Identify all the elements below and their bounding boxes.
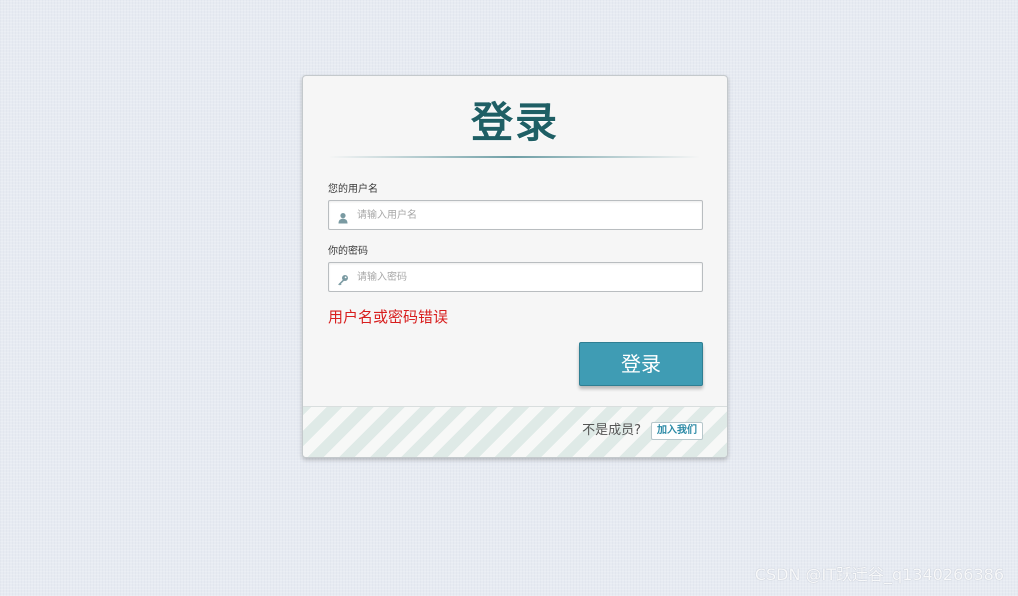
username-field[interactable] — [328, 200, 703, 230]
csdn-watermark: CSDN @IT跃迁谷_q1340266386 — [754, 565, 1004, 584]
key-icon — [337, 271, 349, 286]
login-button[interactable]: 登录 — [579, 342, 703, 386]
password-label: 你的密码 — [328, 246, 368, 257]
user-icon — [337, 209, 349, 224]
login-title: 登录 — [470, 98, 559, 147]
join-us-button[interactable]: 加入我们 — [651, 422, 703, 440]
username-input[interactable] — [357, 205, 687, 225]
not-member-text: 不是成员? — [582, 423, 641, 438]
title-divider — [328, 156, 700, 158]
password-field[interactable] — [328, 262, 703, 292]
username-label: 您的用户名 — [328, 184, 378, 195]
card-footer: 不是成员? 加入我们 — [303, 406, 727, 457]
error-message: 用户名或密码错误 — [328, 308, 449, 326]
password-input[interactable] — [357, 267, 687, 287]
login-card: 登录 您的用户名 你的密码 用户名或密码错误 登录 不是成员? 加入我们 — [302, 75, 728, 458]
